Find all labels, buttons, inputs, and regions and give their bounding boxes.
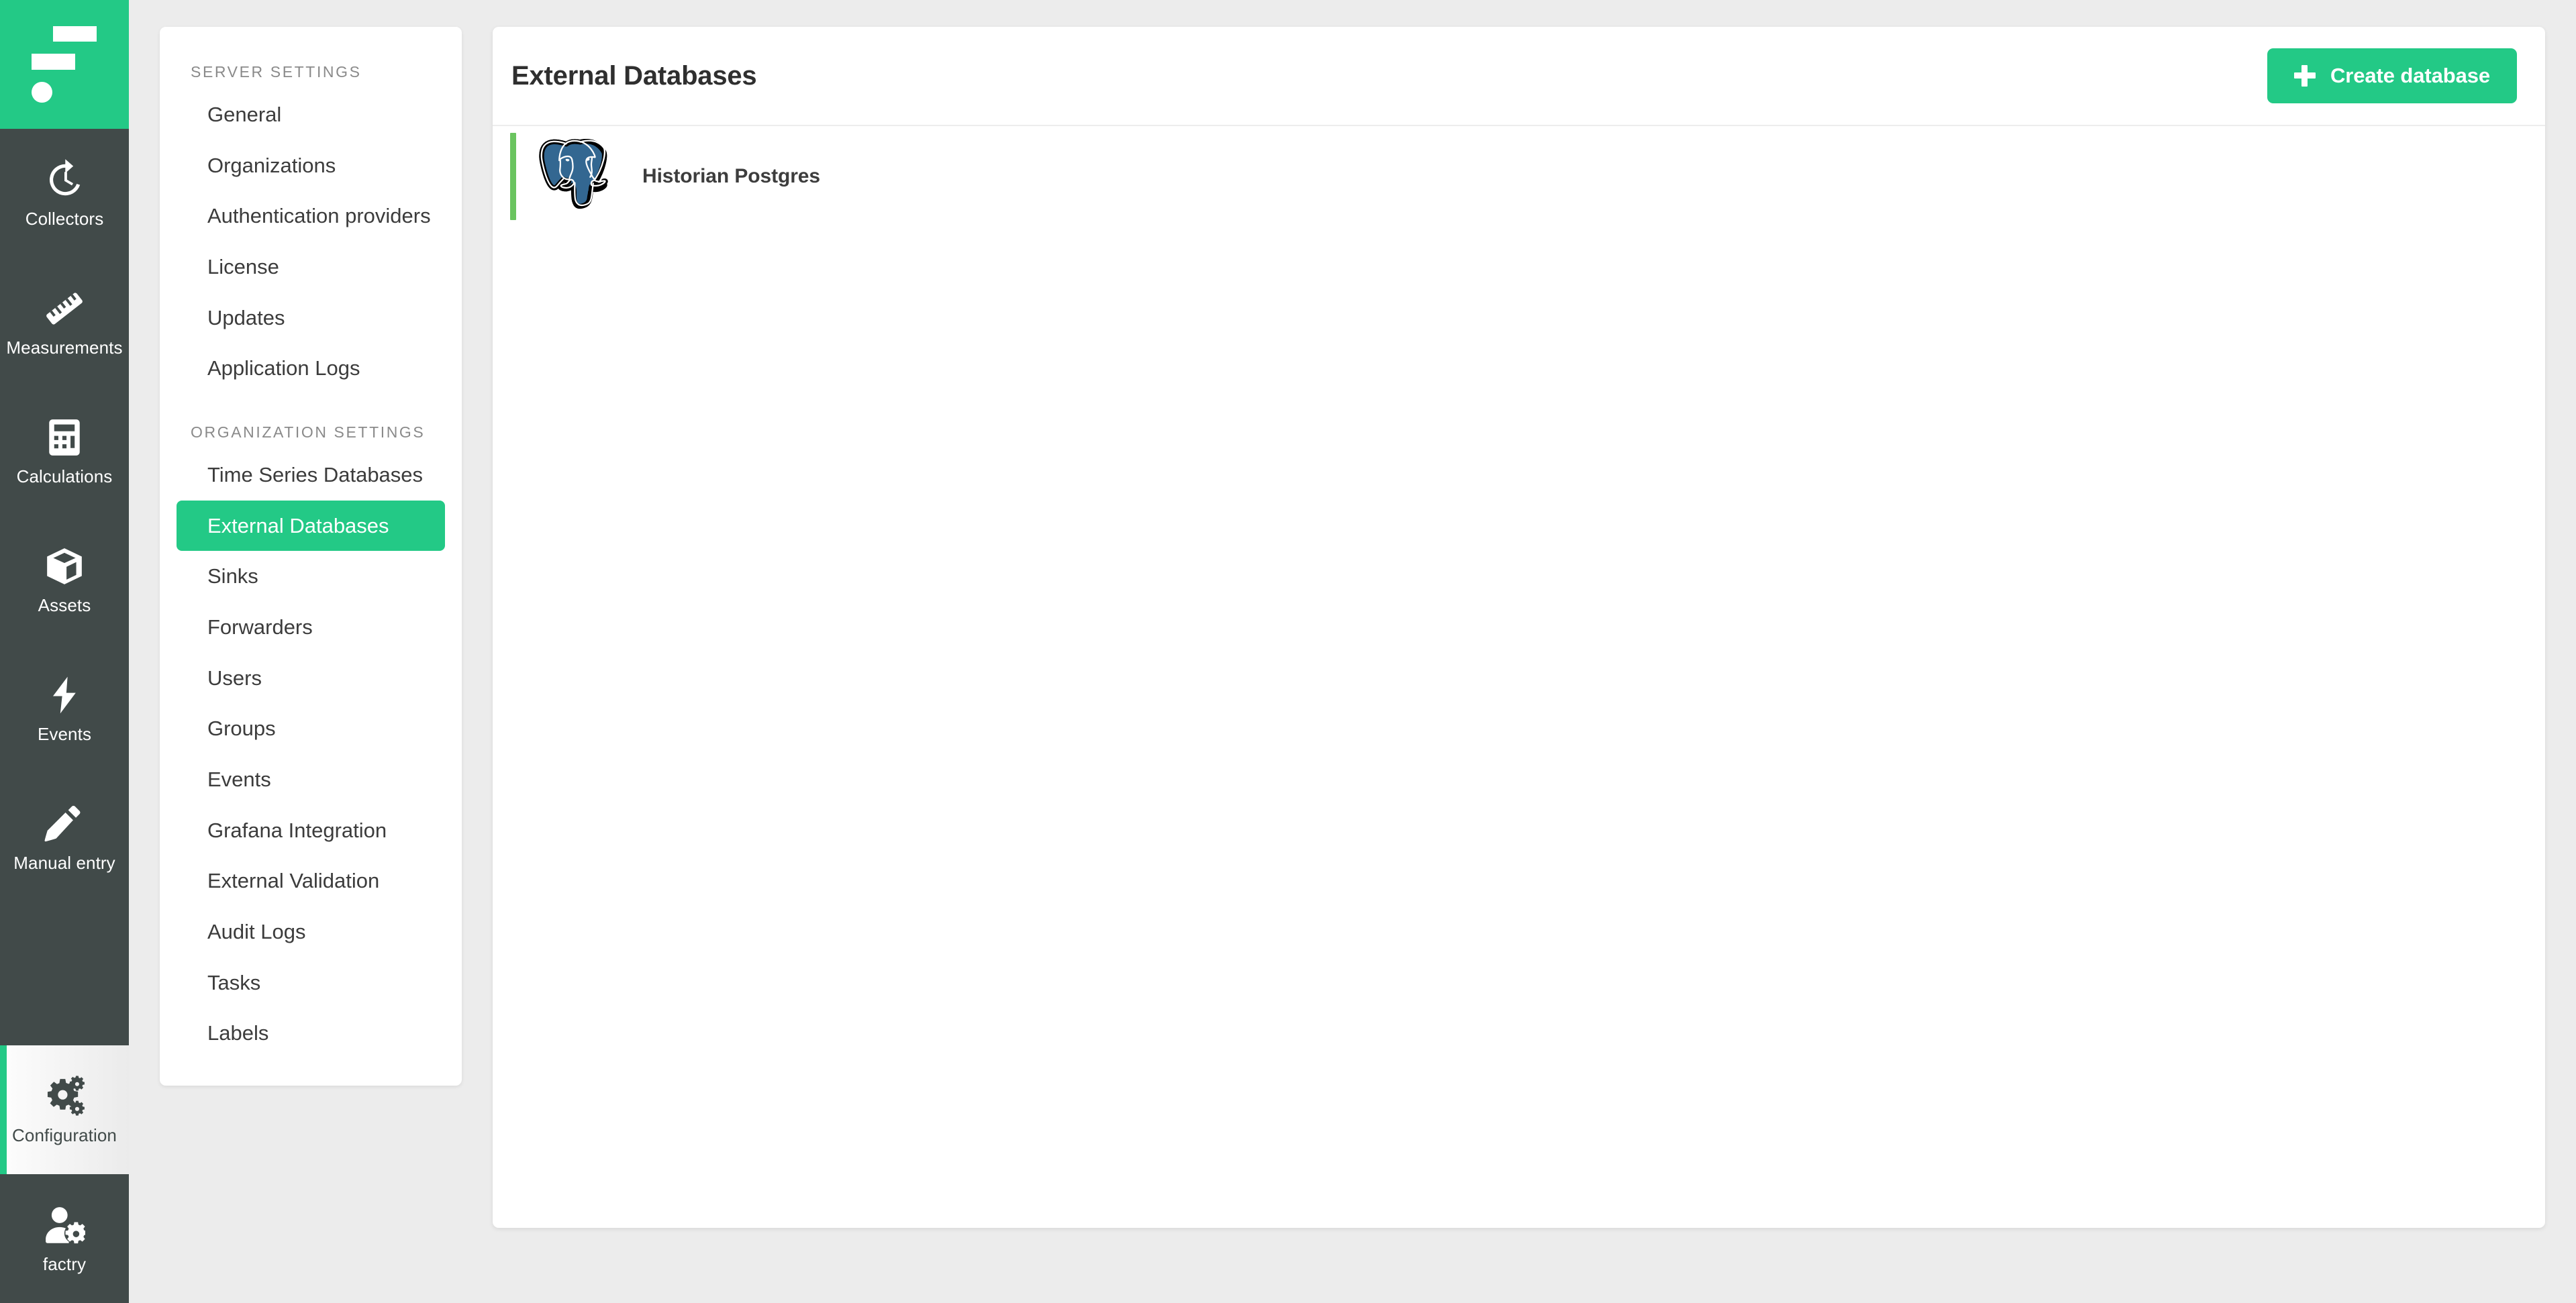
logo-bar-middle-icon — [32, 54, 75, 70]
settings-item-groups[interactable]: Groups — [177, 703, 445, 754]
settings-item-external-validation[interactable]: External Validation — [177, 855, 445, 906]
rail-item-assets[interactable]: Assets — [0, 515, 129, 644]
rail-item-calculations[interactable]: Calculations — [0, 386, 129, 515]
settings-item-sinks[interactable]: Sinks — [177, 551, 445, 602]
rail-item-label: Configuration — [12, 1125, 117, 1145]
create-database-button-label: Create database — [2330, 64, 2490, 87]
calculator-icon — [44, 417, 85, 458]
settings-item-time-series-databases[interactable]: Time Series Databases — [177, 450, 445, 501]
settings-item-events[interactable]: Events — [177, 754, 445, 805]
app-root: Collectors Measurements Calculations Ass… — [0, 0, 2576, 1303]
settings-item-updates[interactable]: Updates — [177, 293, 445, 344]
ruler-icon — [44, 288, 85, 329]
logo-dot-icon — [32, 82, 52, 103]
settings-item-external-databases[interactable]: External Databases — [177, 500, 445, 552]
settings-item-audit-logs[interactable]: Audit Logs — [177, 906, 445, 957]
rail-item-label: Collectors — [25, 209, 104, 229]
rail-item-label: Measurements — [6, 337, 123, 358]
create-database-button[interactable]: Create database — [2267, 48, 2517, 103]
logo-bar-top-icon — [53, 26, 97, 42]
lightning-bolt-icon — [44, 674, 85, 716]
rail-item-label: Assets — [38, 595, 91, 615]
rail-item-label: Calculations — [16, 466, 113, 486]
settings-item-tasks[interactable]: Tasks — [177, 957, 445, 1008]
settings-item-users[interactable]: Users — [177, 653, 445, 704]
section-title-server-settings: Server settings — [191, 63, 362, 81]
database-list: Historian Postgres — [493, 126, 2545, 1228]
card-header: External Databases Create database — [493, 27, 2545, 126]
content-area: Server settings General Organizations Au… — [129, 0, 2576, 1303]
settings-item-forwarders[interactable]: Forwarders — [177, 602, 445, 653]
status-indicator-bar — [510, 133, 516, 220]
rail-item-collectors[interactable]: Collectors — [0, 129, 129, 258]
settings-item-general[interactable]: General — [177, 89, 445, 140]
rail-item-label: Manual entry — [13, 853, 115, 873]
database-name: Historian Postgres — [642, 165, 820, 187]
settings-item-license[interactable]: License — [177, 242, 445, 293]
section-title-organization-settings: Organization settings — [191, 423, 426, 441]
user-gear-icon — [44, 1204, 85, 1246]
primary-nav-rail: Collectors Measurements Calculations Ass… — [0, 0, 129, 1303]
plus-icon — [2293, 65, 2316, 87]
rail-item-configuration[interactable]: Configuration — [0, 1045, 129, 1174]
pen-icon — [44, 803, 85, 845]
postgresql-elephant-icon — [534, 132, 613, 221]
rail-item-label: factry — [42, 1254, 87, 1274]
gears-icon — [44, 1076, 85, 1117]
rail-spacer — [0, 902, 129, 1045]
rail-item-user-account[interactable]: factry — [0, 1174, 129, 1303]
history-clock-icon — [44, 159, 85, 201]
rail-item-list: Collectors Measurements Calculations Ass… — [0, 129, 129, 1303]
rail-item-measurements[interactable]: Measurements — [0, 258, 129, 386]
rail-item-label: Events — [37, 724, 92, 744]
cube-box-icon — [44, 545, 85, 587]
settings-item-application-logs[interactable]: Application Logs — [177, 343, 445, 394]
rail-item-events[interactable]: Events — [0, 644, 129, 773]
settings-item-labels[interactable]: Labels — [177, 1008, 445, 1059]
rail-item-manual-entry[interactable]: Manual entry — [0, 773, 129, 902]
app-logo[interactable] — [0, 0, 129, 129]
settings-item-organizations[interactable]: Organizations — [177, 140, 445, 191]
settings-item-grafana-integration[interactable]: Grafana Integration — [177, 805, 445, 856]
settings-item-authentication-providers[interactable]: Authentication providers — [177, 191, 445, 242]
settings-nav-panel: Server settings General Organizations Au… — [160, 27, 462, 1086]
main-content-card: External Databases Create database Histo… — [493, 27, 2545, 1228]
list-item[interactable]: Historian Postgres — [493, 126, 2545, 227]
page-title: External Databases — [511, 60, 757, 91]
